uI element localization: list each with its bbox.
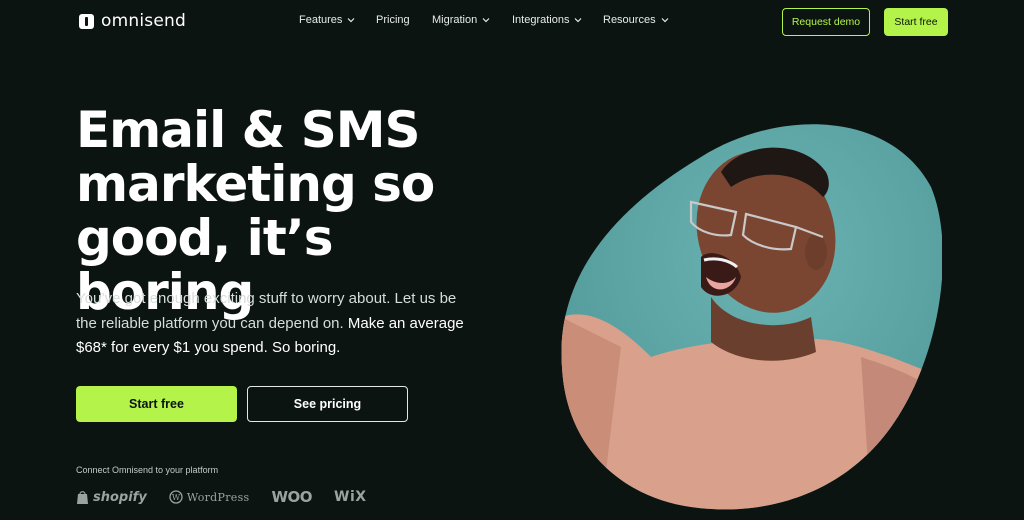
top-nav: omnisend Features Pricing Migration Inte… bbox=[0, 0, 1024, 44]
menu-label: Pricing bbox=[376, 14, 410, 26]
wix-wordmark: WiX bbox=[334, 489, 367, 505]
chevron-down-icon bbox=[482, 18, 490, 23]
woo-logo[interactable]: WOO bbox=[271, 488, 312, 506]
hero-start-free-button[interactable]: Start free bbox=[76, 386, 237, 422]
wordpress-logo[interactable]: W WordPress bbox=[169, 490, 250, 504]
chevron-down-icon bbox=[661, 18, 669, 23]
svg-text:W: W bbox=[172, 493, 181, 502]
wordpress-wordmark: WordPress bbox=[186, 490, 250, 504]
shopify-wordmark: shopify bbox=[93, 489, 147, 505]
menu-pricing[interactable]: Pricing bbox=[376, 14, 432, 26]
menu-label: Migration bbox=[432, 14, 478, 26]
woo-wordmark: WOO bbox=[271, 488, 313, 506]
hero-subtext: You’ve got enough exciting stuff to worr… bbox=[76, 287, 476, 361]
menu-label: Features bbox=[299, 14, 343, 26]
nav-start-free-button[interactable]: Start free bbox=[884, 8, 948, 36]
request-demo-button[interactable]: Request demo bbox=[782, 8, 870, 36]
logo-text: omnisend bbox=[101, 11, 186, 31]
omnisend-logo-icon bbox=[79, 13, 94, 29]
wix-logo[interactable]: WiX bbox=[334, 489, 367, 505]
platform-logos: shopify W WordPress WOO WiX bbox=[76, 488, 367, 506]
headline-line: Email & SMS bbox=[76, 101, 420, 159]
chevron-down-icon bbox=[575, 18, 582, 23]
headline-line: marketing so bbox=[76, 155, 435, 213]
menu-features[interactable]: Features bbox=[299, 14, 376, 26]
omnisend-logo[interactable]: omnisend bbox=[79, 10, 186, 32]
see-pricing-button[interactable]: See pricing bbox=[247, 386, 408, 422]
menu-migration[interactable]: Migration bbox=[432, 14, 512, 26]
menu-resources[interactable]: Resources bbox=[603, 14, 683, 26]
menu-label: Resources bbox=[603, 14, 656, 26]
shopify-bag-icon bbox=[77, 490, 88, 504]
shopify-logo[interactable]: shopify bbox=[76, 490, 147, 505]
hero-person-photo bbox=[561, 124, 942, 510]
main-menu: Features Pricing Migration Integrations … bbox=[299, 14, 683, 26]
menu-integrations[interactable]: Integrations bbox=[512, 14, 603, 26]
chevron-down-icon bbox=[347, 18, 355, 23]
menu-label: Integrations bbox=[512, 14, 570, 26]
platforms-caption: Connect Omnisend to your platform bbox=[76, 465, 219, 475]
wordpress-icon: W bbox=[169, 490, 183, 504]
